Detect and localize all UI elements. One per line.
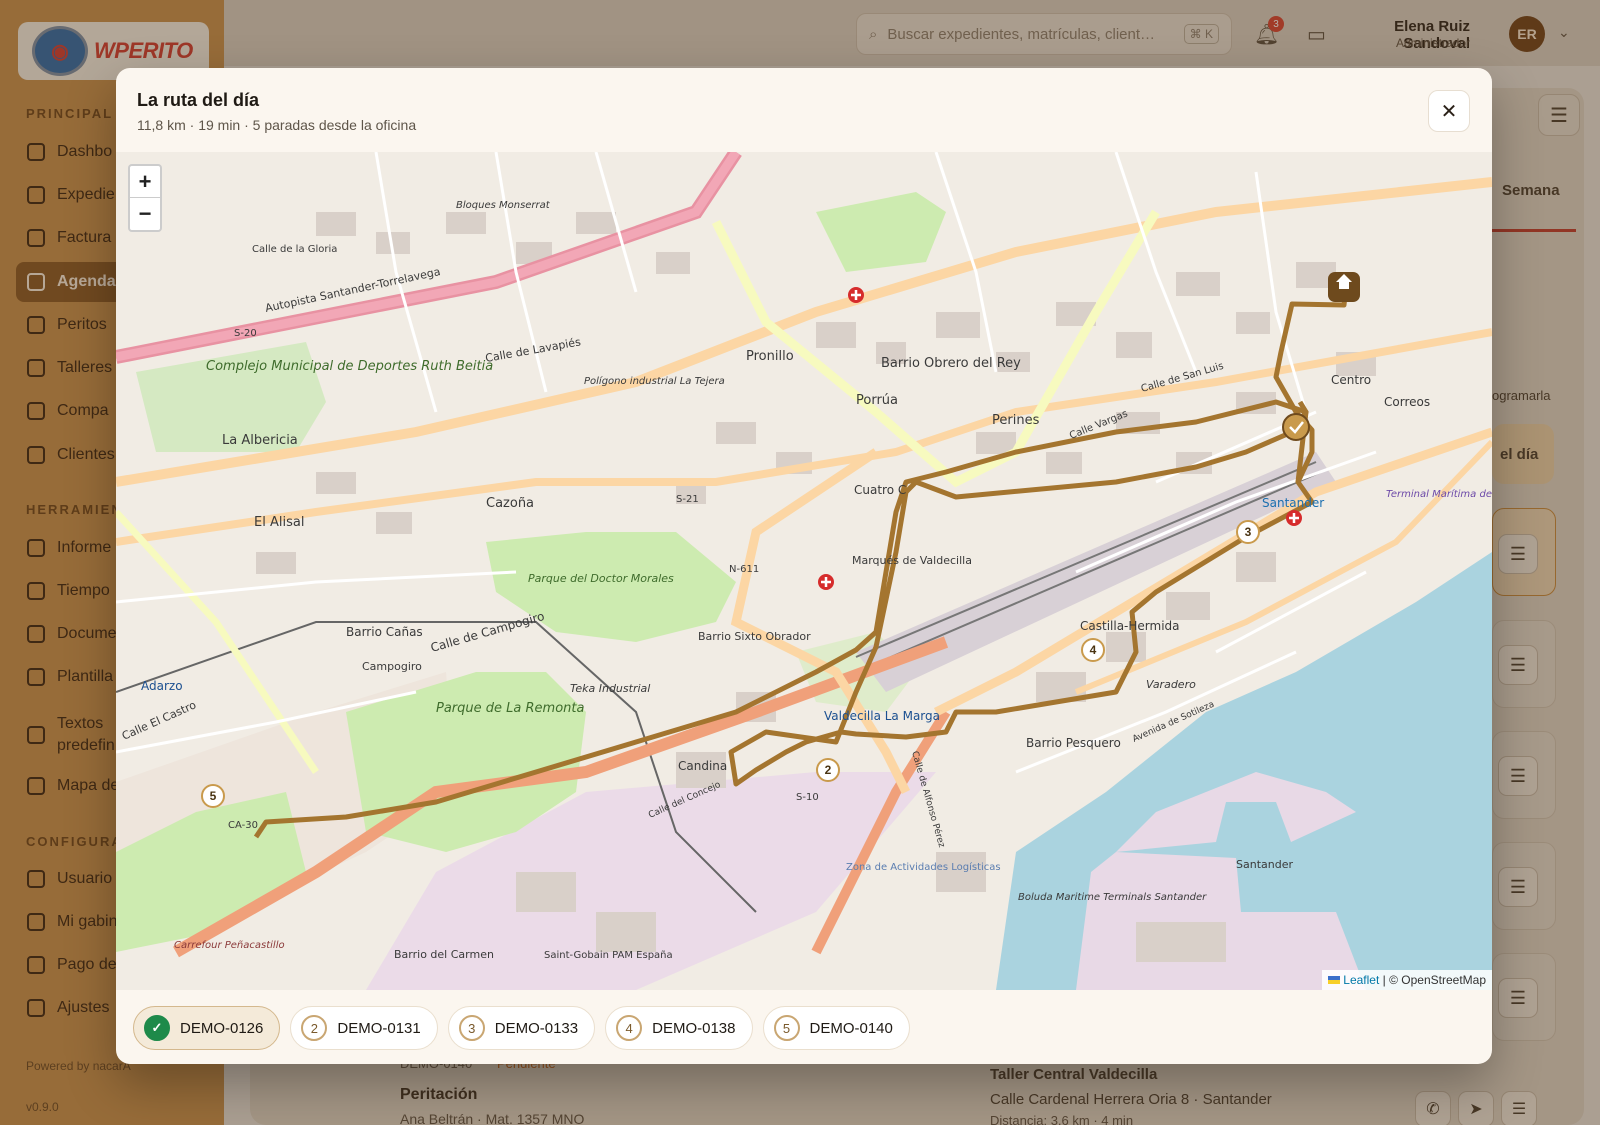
modal-subtitle: 11,8 km · 19 min · 5 paradas desde la of… bbox=[137, 117, 417, 133]
route-map[interactable]: Autopista Santander-Torrelavega S-20 Com… bbox=[116, 152, 1492, 990]
leaflet-link[interactable]: Leaflet bbox=[1343, 973, 1379, 987]
stop-label: DEMO-0131 bbox=[337, 1019, 421, 1037]
stop-marker-done bbox=[1282, 413, 1310, 441]
flag-icon bbox=[1328, 976, 1341, 984]
hospital-icon bbox=[848, 287, 864, 303]
map-canvas: Autopista Santander-Torrelavega S-20 Com… bbox=[116, 152, 1492, 990]
zoom-out-button[interactable]: − bbox=[130, 198, 160, 230]
stop-chip-5[interactable]: 5 DEMO-0140 bbox=[762, 1006, 910, 1050]
autopista bbox=[116, 152, 742, 364]
map-label-barrio-obrero: Barrio Obrero del Rey bbox=[881, 356, 1021, 371]
map-label-teka: Teka Industrial bbox=[570, 682, 650, 695]
map-label-ca30: CA-30 bbox=[228, 820, 258, 831]
check-icon: ✓ bbox=[144, 1015, 170, 1041]
map-label-barrio-sixto: Barrio Sixto Obrador bbox=[698, 630, 811, 643]
stop-chip-4[interactable]: 4 DEMO-0138 bbox=[605, 1006, 753, 1050]
map-attribution: Leaflet | © OpenStreetMap bbox=[1322, 970, 1492, 990]
map-label-castilla: Castilla-Hermida bbox=[1080, 619, 1180, 633]
route-modal: La ruta del día 11,8 km · 19 min · 5 par… bbox=[116, 68, 1492, 1064]
map-label-parque-remonta: Parque de La Remonta bbox=[436, 701, 584, 716]
map-label-calle-campogiro: Calle de Campogiro bbox=[429, 609, 546, 655]
map-label-marques: Marqués de Valdecilla bbox=[852, 554, 972, 567]
zoom-control: + − bbox=[128, 164, 162, 232]
map-label-candina: Candina bbox=[678, 759, 727, 773]
map-label-complejo: Complejo Municipal de Deportes Ruth Beit… bbox=[206, 359, 493, 374]
map-label-pronillo: Pronillo bbox=[746, 349, 794, 364]
map-label-barrio-canas: Barrio Cañas bbox=[346, 625, 423, 639]
map-label-albericia: La Albericia bbox=[222, 433, 298, 448]
stop-chip-1[interactable]: ✓ DEMO-0126 bbox=[133, 1006, 281, 1050]
stop-label: DEMO-0126 bbox=[180, 1019, 264, 1037]
map-label-valdecilla: Valdecilla La Marga bbox=[824, 709, 940, 723]
map-label-adarzo: Adarzo bbox=[141, 679, 183, 693]
map-label-bloques: Bloques Monserrat bbox=[456, 200, 551, 211]
zoom-in-button[interactable]: + bbox=[130, 166, 160, 198]
map-label-porrua: Porrúa bbox=[856, 393, 898, 408]
stop-number: 2 bbox=[301, 1015, 328, 1041]
map-label-varadero: Varadero bbox=[1146, 678, 1196, 691]
map-label-correos: Correos bbox=[1384, 395, 1430, 409]
map-label-cazona: Cazoña bbox=[486, 496, 534, 511]
stop-number: 3 bbox=[458, 1015, 485, 1041]
stop-label: DEMO-0138 bbox=[652, 1019, 736, 1037]
map-label-santander-station: Santander bbox=[1262, 496, 1324, 510]
stop-number: 5 bbox=[773, 1015, 800, 1041]
map-label-barrio-pesquero: Barrio Pesquero bbox=[1026, 736, 1121, 750]
map-label-calle-el-castro: Calle El Castro bbox=[120, 698, 198, 742]
close-icon[interactable]: ✕ bbox=[1428, 90, 1470, 132]
map-label-santander-port: Santander bbox=[1236, 858, 1293, 871]
osm-attribution[interactable]: | © OpenStreetMap bbox=[1383, 973, 1486, 987]
map-label-campogiro: Campogiro bbox=[362, 660, 422, 673]
hospital-icon bbox=[1286, 510, 1302, 526]
stop-chip-3[interactable]: 3 DEMO-0133 bbox=[447, 1006, 596, 1050]
stop-label: DEMO-0140 bbox=[809, 1019, 893, 1037]
map-label-calle-alfonso: Calle de Alfonso Pérez bbox=[909, 750, 947, 849]
map-label-poligono: Polígono industrial La Tejera bbox=[584, 375, 725, 387]
stop-marker-4[interactable]: 4 bbox=[1081, 638, 1105, 662]
map-label-barrio-carmen: Barrio del Carmen bbox=[394, 948, 494, 961]
map-label-saint-gobain: Saint-Gobain PAM España bbox=[544, 950, 673, 961]
stops-list: ✓ DEMO-0126 2 DEMO-0131 3 DEMO-0133 4 DE… bbox=[133, 1006, 910, 1052]
map-label-perines: Perines bbox=[992, 413, 1040, 428]
stop-marker-5[interactable]: 5 bbox=[201, 784, 225, 808]
map-label-alisal: El Alisal bbox=[254, 515, 304, 530]
office-marker bbox=[1328, 272, 1360, 302]
map-label-carrefour: Carrefour Peñacastillo bbox=[174, 940, 285, 951]
stop-marker-2[interactable]: 2 bbox=[816, 758, 840, 782]
map-label-centro: Centro bbox=[1331, 373, 1371, 387]
map-label-zona-actividades: Zona de Actividades Logísticas bbox=[846, 861, 1001, 873]
stop-number: 4 bbox=[616, 1015, 643, 1041]
map-label-cuatro-caminos: Cuatro C bbox=[854, 483, 906, 497]
modal-title: La ruta del día bbox=[137, 90, 260, 110]
stop-marker-3[interactable]: 3 bbox=[1236, 520, 1260, 544]
stop-label: DEMO-0133 bbox=[494, 1019, 579, 1037]
hospital-icon bbox=[818, 574, 834, 590]
map-label-calle-gloria: Calle de la Gloria bbox=[252, 244, 337, 255]
map-label-s10: S-10 bbox=[796, 792, 819, 803]
map-label-s21: S-21 bbox=[676, 494, 699, 505]
map-label-terminal: Terminal Marítima de Santander bbox=[1386, 488, 1492, 500]
map-label-parque-doctor: Parque del Doctor Morales bbox=[528, 572, 674, 585]
map-label-s20: S-20 bbox=[234, 328, 257, 339]
map-label-n611: N-611 bbox=[729, 564, 759, 575]
stop-chip-2[interactable]: 2 DEMO-0131 bbox=[290, 1006, 438, 1050]
map-label-boluda: Boluda Maritime Terminals Santander bbox=[1018, 892, 1207, 903]
